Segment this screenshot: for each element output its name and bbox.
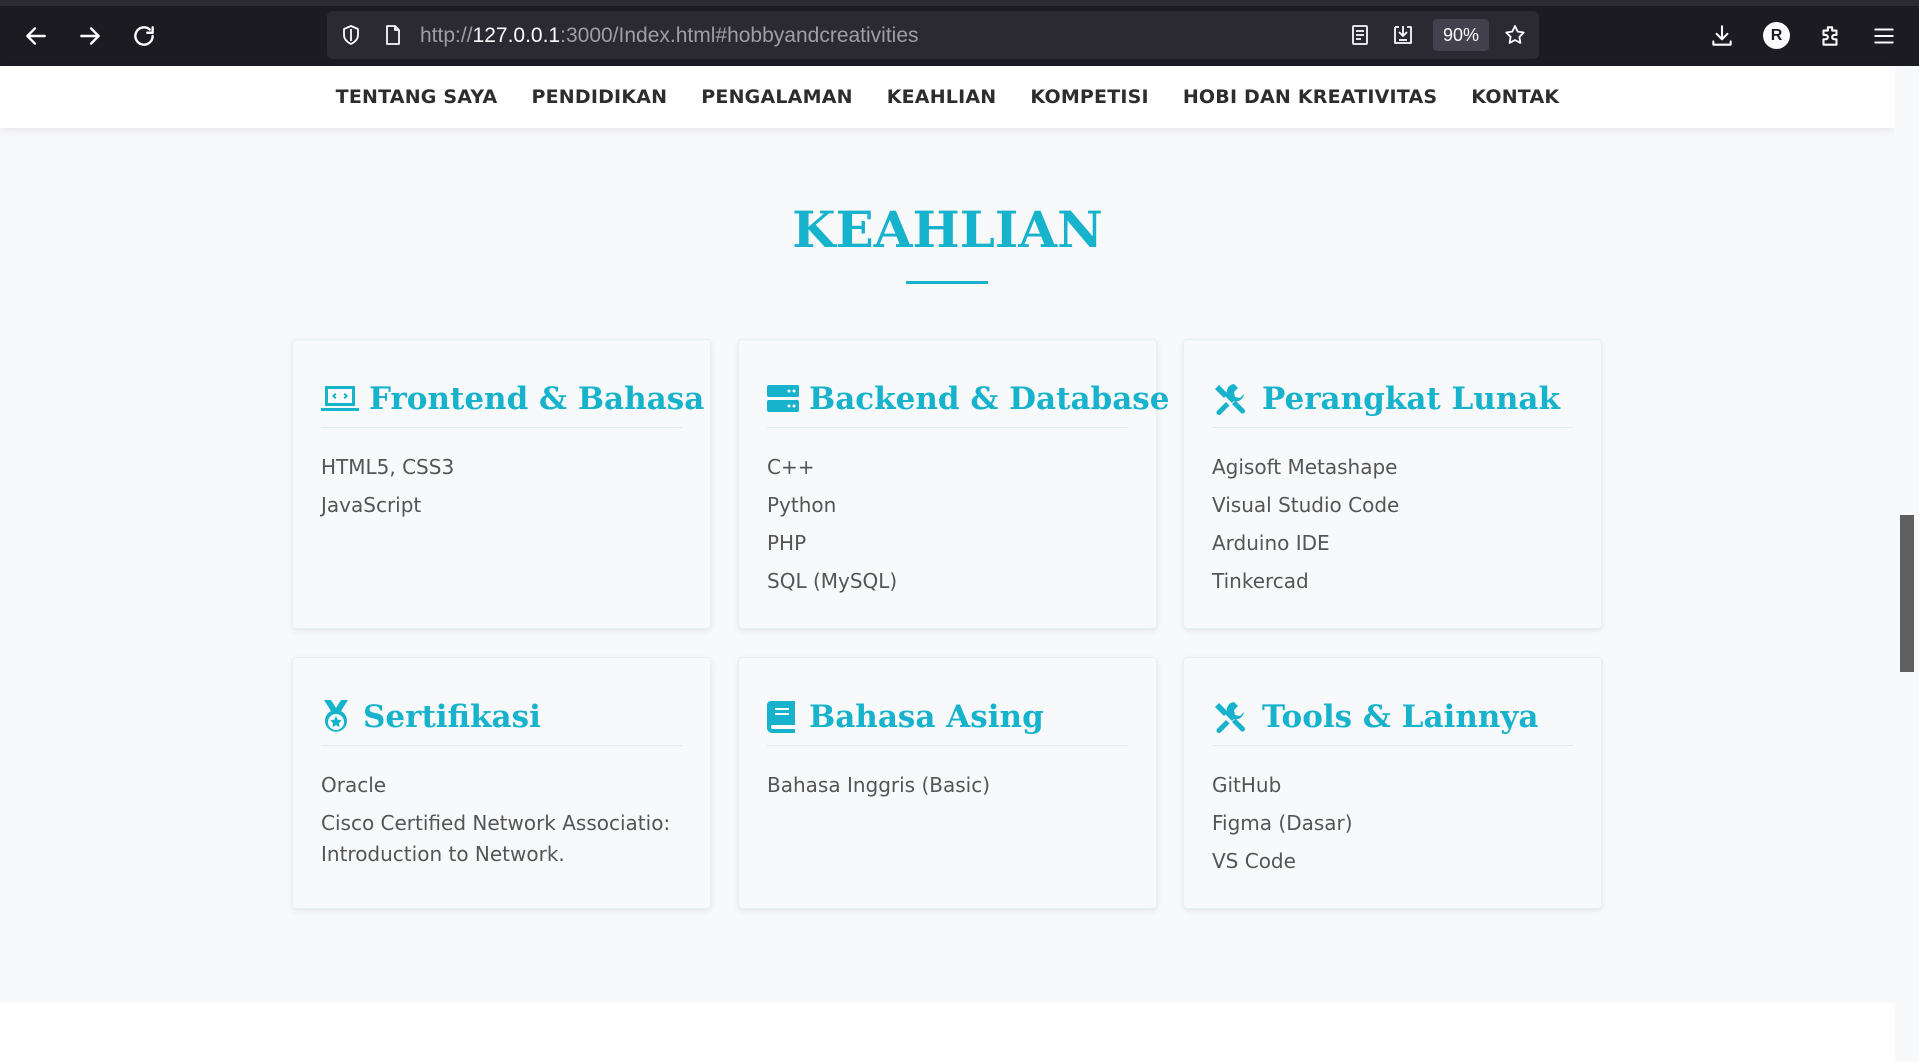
skill-list: GitHub Figma (Dasar) VS Code: [1212, 770, 1577, 884]
card-header: Backend & Database: [767, 370, 1169, 428]
skill-card-tools: Tools & Lainnya GitHub Figma (Dasar) VS …: [1183, 657, 1602, 909]
skill-card-frontend: Frontend & Bahasa HTML5, CSS3 JavaScript: [292, 339, 711, 629]
url-text[interactable]: http://127.0.0.1:3000/Index.html#hobbyan…: [420, 24, 919, 48]
skill-item: C++: [767, 455, 815, 479]
skill-item: JavaScript: [321, 493, 422, 517]
arrow-right-icon: [80, 27, 100, 45]
title-underline: [906, 281, 988, 284]
medal-icon: [321, 699, 353, 734]
hamburger-icon: [1874, 28, 1894, 44]
skill-card-perangkat-lunak: Perangkat Lunak Agisoft Metashape Visual…: [1183, 339, 1602, 629]
extensions-button[interactable]: [1812, 18, 1848, 54]
browser-toolbar: http://127.0.0.1:3000/Index.html#hobbyan…: [0, 0, 1919, 66]
shield-icon[interactable]: [339, 23, 363, 47]
tools-icon: [1212, 700, 1252, 734]
section-title: KEAHLIAN: [792, 200, 1103, 259]
skill-item: VS Code: [1212, 849, 1296, 873]
skill-item: HTML5, CSS3: [321, 455, 455, 479]
card-title: Bahasa Asing: [809, 698, 1044, 735]
page-icon[interactable]: [381, 23, 405, 47]
site-navigation: TENTANG SAYA PENDIDIKAN PENGALAMAN KEAHL…: [0, 66, 1895, 128]
card-header: Sertifikasi: [321, 688, 682, 746]
skill-list: HTML5, CSS3 JavaScript: [321, 452, 686, 528]
skill-card-backend: Backend & Database C++ Python PHP SQL (M…: [738, 339, 1169, 629]
arrow-left-icon: [26, 27, 46, 45]
reader-view-icon[interactable]: [1348, 23, 1372, 47]
skill-item: Bahasa Inggris (Basic): [767, 773, 991, 797]
url-host: 127.0.0.1: [472, 24, 561, 47]
card-header: Bahasa Asing: [767, 688, 1128, 746]
skill-item: GitHub: [1212, 773, 1282, 797]
nav-link-pendidikan[interactable]: PENDIDIKAN: [531, 86, 667, 108]
zoom-level-badge[interactable]: 90%: [1433, 19, 1489, 51]
skill-item: Python: [767, 493, 837, 517]
url-scheme: http://: [420, 24, 473, 47]
skill-item: Arduino IDE: [1212, 531, 1330, 555]
nav-link-kompetisi[interactable]: KOMPETISI: [1030, 86, 1148, 108]
account-avatar[interactable]: R: [1763, 22, 1790, 49]
nav-link-keahlian[interactable]: KEAHLIAN: [887, 86, 997, 108]
address-bar[interactable]: http://127.0.0.1:3000/Index.html#hobbyan…: [327, 11, 1539, 59]
tools-icon: [1212, 382, 1252, 416]
scrollbar-thumb[interactable]: [1900, 515, 1914, 672]
skill-item: Visual Studio Code: [1212, 493, 1400, 517]
skill-item: Figma (Dasar): [1212, 811, 1353, 835]
skill-item: Oracle: [321, 773, 387, 797]
card-title: Tools & Lainnya: [1262, 698, 1539, 735]
skill-item: SQL (MySQL): [767, 569, 898, 593]
server-icon: [767, 382, 799, 416]
card-title: Sertifikasi: [363, 698, 541, 735]
skill-list: Bahasa Inggris (Basic): [767, 770, 1132, 808]
card-header: Frontend & Bahasa: [321, 370, 704, 428]
nav-link-hobi[interactable]: HOBI DAN KREATIVITAS: [1183, 86, 1437, 108]
skill-item: Cisco Certified Network Associatio: Intr…: [321, 811, 671, 866]
download-icon: [1712, 25, 1732, 46]
tab-strip-edge: [0, 0, 1919, 6]
skill-card-sertifikasi: Sertifikasi Oracle Cisco Certified Netwo…: [292, 657, 711, 909]
skill-item: PHP: [767, 531, 807, 555]
back-button[interactable]: [18, 18, 54, 54]
skill-list: Agisoft Metashape Visual Studio Code Ard…: [1212, 452, 1577, 604]
skill-item: Agisoft Metashape: [1212, 455, 1398, 479]
save-page-icon[interactable]: [1391, 23, 1415, 47]
next-section-edge: [0, 1003, 1895, 1062]
puzzle-icon: [1822, 26, 1838, 46]
nav-link-tentang-saya[interactable]: TENTANG SAYA: [336, 86, 498, 108]
downloads-button[interactable]: [1704, 18, 1740, 54]
book-icon: [767, 700, 799, 734]
skill-list: C++ Python PHP SQL (MySQL): [767, 452, 1132, 604]
laptop-code-icon: [321, 382, 359, 416]
nav-link-kontak[interactable]: KONTAK: [1471, 86, 1559, 108]
forward-button[interactable]: [72, 18, 108, 54]
card-header: Perangkat Lunak: [1212, 370, 1573, 428]
card-title: Perangkat Lunak: [1262, 380, 1560, 417]
skill-item: Tinkercad: [1212, 569, 1309, 593]
card-title: Frontend & Bahasa: [369, 380, 705, 417]
bookmark-star-icon[interactable]: [1503, 23, 1527, 47]
menu-button[interactable]: [1866, 18, 1902, 54]
nav-link-pengalaman[interactable]: PENGALAMAN: [701, 86, 852, 108]
card-header: Tools & Lainnya: [1212, 688, 1573, 746]
skill-list: Oracle Cisco Certified Network Associati…: [321, 770, 686, 877]
skill-card-bahasa-asing: Bahasa Asing Bahasa Inggris (Basic): [738, 657, 1157, 909]
card-title: Backend & Database: [809, 380, 1170, 417]
url-path: :3000/Index.html#hobbyandcreativities: [560, 24, 919, 47]
reload-icon: [134, 26, 154, 46]
reload-button[interactable]: [126, 18, 162, 54]
